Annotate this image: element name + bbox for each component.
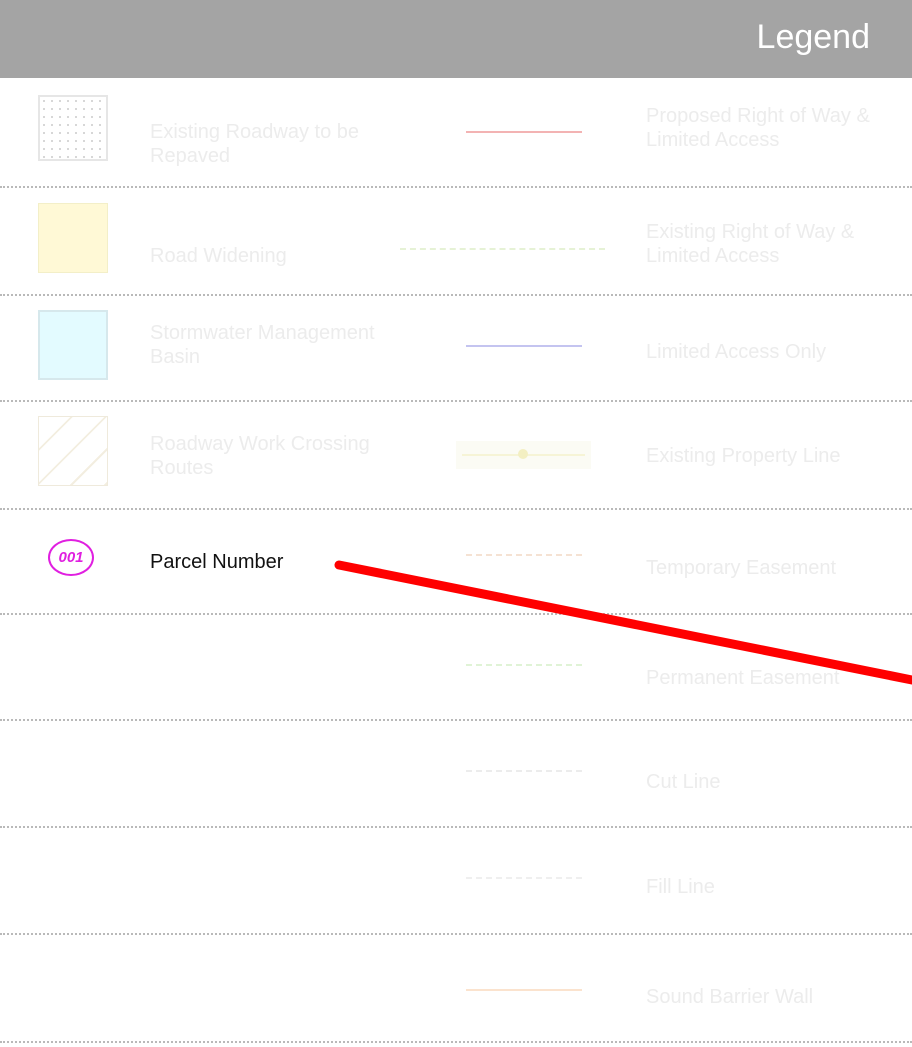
red-arrow-line-icon (334, 560, 912, 685)
